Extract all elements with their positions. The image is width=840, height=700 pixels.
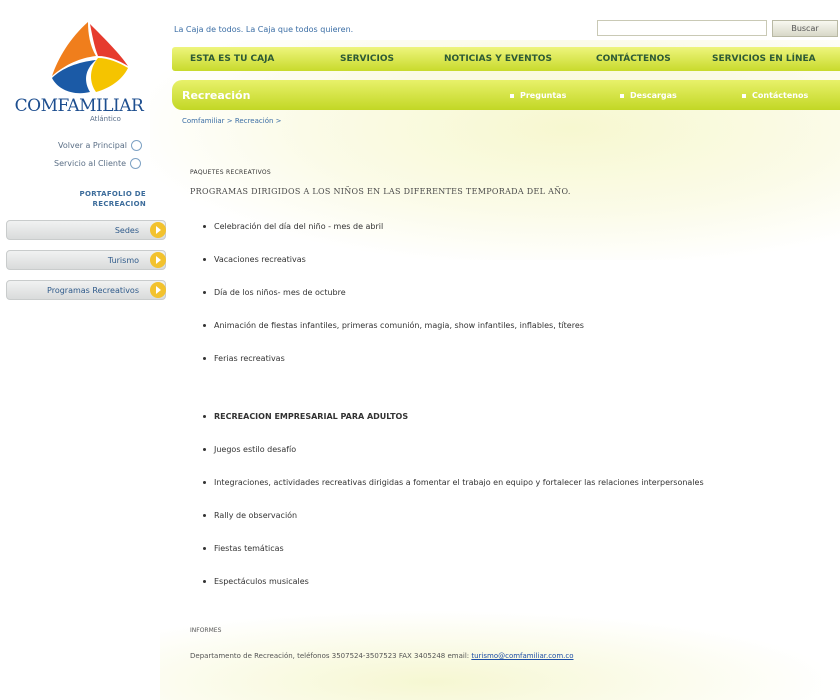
nav-item-servicios-en-linea[interactable]: SERVICIOS EN LÍNEA	[712, 54, 816, 64]
subnav-link-descargas[interactable]: Descargas	[620, 91, 677, 100]
list-item: Vacaciones recreativas	[203, 255, 306, 264]
search-button[interactable]: Buscar	[772, 20, 838, 37]
bullet-icon	[620, 93, 624, 98]
content-title: PROGRAMAS DIRIGIDOS A LOS NIÑOS EN LAS D…	[190, 187, 571, 196]
list-item: Rally de observación	[203, 511, 297, 520]
bullet-icon	[742, 93, 746, 98]
list-item: Juegos estilo desafío	[203, 445, 296, 454]
nav-item-contactenos[interactable]: CONTÁCTENOS	[596, 54, 671, 64]
list-item: Espectáculos musicales	[203, 577, 309, 586]
logo-mark-icon	[52, 22, 128, 94]
section-title: Recreación	[182, 89, 251, 102]
home-icon	[131, 140, 142, 151]
arrow-right-icon	[150, 222, 166, 238]
nav-item-noticias-y-eventos[interactable]: NOTICIAS Y EVENTOS	[444, 54, 552, 64]
search-input[interactable]	[597, 20, 767, 36]
subnav-link-label: Contáctenos	[752, 91, 809, 100]
section-label: PAQUETES RECREATIVOS	[190, 169, 272, 176]
refresh-icon	[130, 158, 142, 169]
portfolio-title-line1: PORTAFOLIO DE	[79, 190, 146, 198]
sidebar-button-label: Turismo	[107, 255, 139, 265]
list-item: Integraciones, actividades recreativas d…	[203, 478, 704, 487]
list-item: Animación de fiestas infantiles, primera…	[203, 321, 584, 330]
logo-name: COMFAMILIAR	[14, 96, 144, 116]
logo-subtitle: Atlántico	[90, 115, 121, 123]
customer-service-link[interactable]: Servicio al Cliente	[54, 158, 840, 169]
adults-heading: RECREACION EMPRESARIAL PARA ADULTOS	[203, 412, 408, 421]
sidebar-button-programas-recreativos[interactable]: Programas Recreativos	[6, 280, 166, 300]
info-label: INFORMES	[190, 627, 222, 634]
contact-info-text: Departamento de Recreación, teléfonos 35…	[190, 652, 472, 660]
list-item: Fiestas temáticas	[203, 544, 284, 553]
section-subnav: Recreación Preguntas Descargas Contácten…	[172, 80, 840, 110]
main-nav: ESTA ES TU CAJA SERVICIOS NOTICIAS Y EVE…	[172, 47, 840, 71]
nav-item-servicios[interactable]: SERVICIOS	[340, 54, 394, 64]
subnav-link-preguntas[interactable]: Preguntas	[510, 91, 566, 100]
contact-info: Departamento de Recreación, teléfonos 35…	[190, 652, 574, 660]
sidebar-button-label: Programas Recreativos	[47, 285, 139, 295]
sidebar-button-label: Sedes	[114, 225, 139, 235]
arrow-right-icon	[150, 282, 166, 298]
back-to-home-label: Volver a Principal	[58, 141, 127, 150]
portfolio-title: PORTAFOLIO DE RECREACION	[40, 189, 146, 209]
bullet-icon	[510, 93, 514, 98]
subnav-link-label: Descargas	[630, 91, 677, 100]
portfolio-title-line2: RECREACION	[92, 200, 146, 208]
sidebar-button-sedes[interactable]: Sedes	[6, 220, 166, 240]
list-item: Ferias recreativas	[203, 354, 285, 363]
email-link[interactable]: turismo@comfamiliar.com.co	[471, 652, 573, 660]
list-item: Celebración del día del niño - mes de ab…	[203, 222, 383, 231]
back-to-home-link[interactable]: Volver a Principal	[58, 140, 840, 151]
list-item: Día de los niños- mes de octubre	[203, 288, 346, 297]
breadcrumb[interactable]: Comfamiliar > Recreación >	[182, 117, 282, 125]
site-tagline: La Caja de todos. La Caja que todos quie…	[174, 25, 354, 34]
sidebar-button-turismo[interactable]: Turismo	[6, 250, 166, 270]
arrow-right-icon	[150, 252, 166, 268]
nav-item-esta-es-tu-caja[interactable]: ESTA ES TU CAJA	[190, 54, 274, 64]
subnav-link-contactenos[interactable]: Contáctenos	[742, 91, 808, 100]
subnav-link-label: Preguntas	[520, 91, 567, 100]
customer-service-label: Servicio al Cliente	[54, 159, 127, 168]
